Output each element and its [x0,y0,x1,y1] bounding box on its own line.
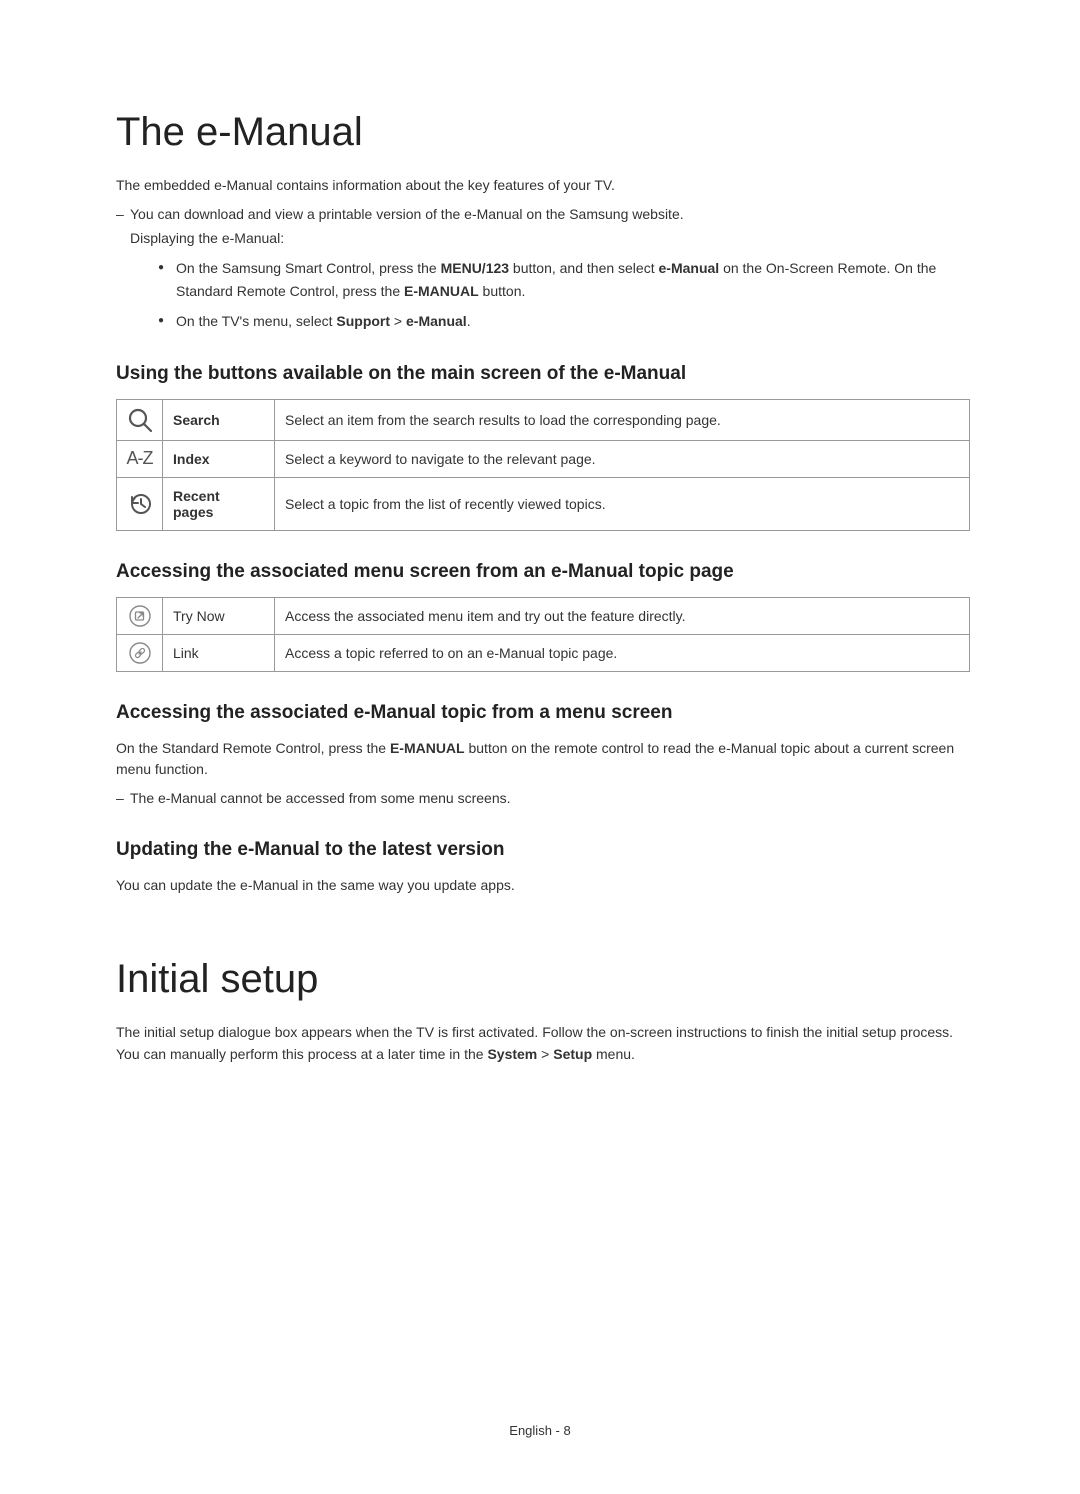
page-footer: English - 8 [0,1423,1080,1438]
table-row: Search Select an item from the search re… [117,399,970,440]
text: On the TV's menu, select [176,313,336,329]
search-icon [126,406,154,434]
text: On the Standard Remote Control, press th… [116,740,390,756]
text: . [467,313,471,329]
bold-text: Setup [553,1046,592,1062]
table-row: Recent pages Select a topic from the lis… [117,477,970,530]
bold-text: MENU/123 [441,260,509,276]
bold-text: E-MANUAL [390,740,465,756]
label-cell: Recent pages [163,477,275,530]
table-row: Link Access a topic referred to on an e-… [117,634,970,671]
heading-update: Updating the e-Manual to the latest vers… [116,839,970,861]
bullet-item: On the Samsung Smart Control, press the … [158,257,970,302]
text: menu. [592,1046,635,1062]
page-content: The e-Manual The embedded e-Manual conta… [0,0,1080,1065]
recent-icon [126,490,154,518]
table-row: A-Z Index Select a keyword to navigate t… [117,440,970,477]
label-cell: Search [163,399,275,440]
text: On the Samsung Smart Control, press the [176,260,441,276]
desc-cell: Select a topic from the list of recently… [275,477,970,530]
icon-cell: A-Z [117,440,163,477]
icon-cell [117,597,163,634]
text: > [390,313,406,329]
bold-text: E-MANUAL [404,283,479,299]
bold-text: e-Manual [659,260,720,276]
intro-text: The embedded e-Manual contains informati… [116,175,970,197]
desc-cell: Access the associated menu item and try … [275,597,970,634]
dash-item: You can download and view a printable ve… [116,203,970,225]
bold-text: System [487,1046,537,1062]
bullet-list-display: On the Samsung Smart Control, press the … [116,257,970,332]
bullet-item: On the TV's menu, select Support > e-Man… [158,310,970,332]
heading-access-topic: Accessing the associated e-Manual topic … [116,702,970,724]
heading-access-menu: Accessing the associated menu screen fro… [116,561,970,583]
update-text: You can update the e-Manual in the same … [116,875,970,897]
heading-emanual: The e-Manual [116,110,970,155]
access-topic-text: On the Standard Remote Control, press th… [116,738,970,781]
table-row: Try Now Access the associated menu item … [117,597,970,634]
icon-cell [117,634,163,671]
dash-item: The e-Manual cannot be accessed from som… [116,787,970,809]
displaying-label: Displaying the e-Manual: [116,227,970,249]
desc-cell: Select an item from the search results t… [275,399,970,440]
label-cell: Index [163,440,275,477]
index-icon: A-Z [127,448,153,468]
heading-buttons: Using the buttons available on the main … [116,363,970,385]
trynow-icon [128,604,152,628]
bold-text: Support [336,313,390,329]
icon-cell [117,477,163,530]
label-cell: Link [163,634,275,671]
desc-cell: Access a topic referred to on an e-Manua… [275,634,970,671]
dash-list-cannot: The e-Manual cannot be accessed from som… [116,787,970,809]
link-icon [128,641,152,665]
bold-text: e-Manual [406,313,467,329]
label-cell: Try Now [163,597,275,634]
icon-cell [117,399,163,440]
heading-initial-setup: Initial setup [116,957,970,1002]
text: button, and then select [509,260,658,276]
text: button. [479,283,526,299]
table-main-buttons: Search Select an item from the search re… [116,399,970,531]
dash-list-download: You can download and view a printable ve… [116,203,970,225]
table-topic-buttons: Try Now Access the associated menu item … [116,597,970,672]
text: > [537,1046,553,1062]
desc-cell: Select a keyword to navigate to the rele… [275,440,970,477]
initial-setup-text: The initial setup dialogue box appears w… [116,1022,970,1065]
